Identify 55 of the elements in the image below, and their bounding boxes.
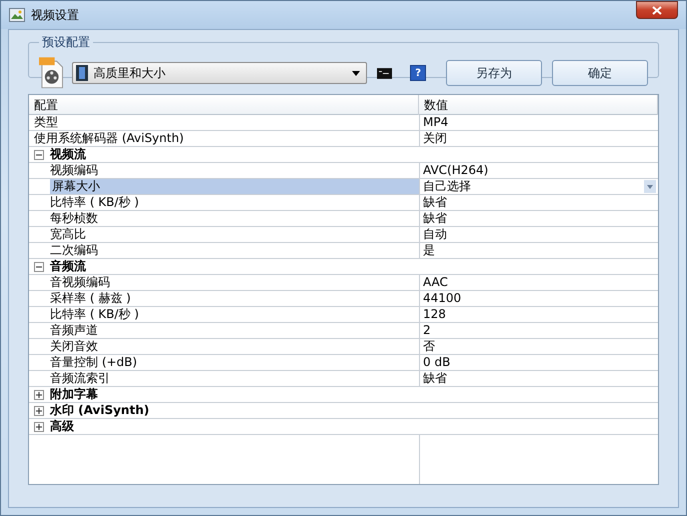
plus-icon[interactable] — [34, 390, 44, 400]
property-name[interactable]: 音量控制 (+dB) — [50, 355, 138, 370]
minus-icon[interactable] — [34, 150, 44, 160]
property-name[interactable]: 音频声道 — [50, 323, 98, 338]
group-label: 预设配置 — [41, 34, 91, 51]
property-name[interactable]: 使用系统解码器 (AviSynth) — [34, 131, 184, 146]
property-value: 0 dB — [423, 355, 452, 370]
property-value: 是 — [423, 243, 436, 258]
caret-icon — [352, 70, 360, 76]
plus-icon[interactable] — [34, 422, 44, 432]
property-name[interactable]: 采样率 ( 赫兹 ) — [50, 291, 131, 306]
property-name[interactable]: 关闭音效 — [50, 339, 98, 354]
column-header[interactable]: 配置 — [29, 95, 419, 115]
property-value: 自己选择 — [423, 179, 472, 194]
plus-icon[interactable] — [34, 406, 44, 416]
column-header[interactable]: 数值 — [419, 95, 658, 115]
property-name[interactable]: 每秒桢数 — [50, 211, 98, 226]
property-name[interactable]: 比特率 ( KB/秒 ) — [50, 195, 139, 210]
property-name[interactable]: 类型 — [34, 115, 58, 130]
category-name: 音频流 — [50, 259, 86, 274]
property-value: 自动 — [423, 227, 448, 242]
property-name[interactable]: 屏幕大小 — [50, 179, 419, 194]
dialog-button[interactable]: 确定 — [552, 60, 648, 86]
property-value: AVC(H264) — [423, 163, 490, 178]
dialog-button[interactable]: 另存为 — [446, 60, 542, 86]
close-icon — [652, 6, 662, 14]
film-reel-icon — [39, 57, 64, 89]
app-icon — [9, 8, 25, 22]
property-name[interactable]: 二次编码 — [50, 243, 98, 258]
category-name: 视频流 — [50, 147, 86, 162]
preset-dropdown[interactable]: 高质里和大小 — [72, 62, 367, 84]
close-button[interactable] — [636, 1, 678, 19]
minus-icon[interactable] — [34, 262, 44, 272]
property-value: AAC — [423, 275, 449, 290]
property-value: 2 — [423, 323, 432, 338]
property-name[interactable]: 音视频编码 — [50, 275, 110, 290]
category-name: 水印 (AviSynth) — [50, 403, 150, 418]
property-value: 44100 — [423, 291, 462, 306]
property-value: 缺省 — [423, 211, 448, 226]
property-name[interactable]: 视频编码 — [50, 163, 98, 178]
property-value: MP4 — [423, 115, 450, 130]
window-title: 视频设置 — [31, 6, 80, 24]
category-name: 附加字幕 — [50, 387, 98, 402]
category-name: 高级 — [50, 419, 74, 434]
property-value: 关闭 — [423, 131, 448, 146]
film-icon — [76, 65, 88, 81]
property-name[interactable]: 音频流索引 — [50, 371, 110, 386]
property-value: 128 — [423, 307, 447, 322]
property-value: 缺省 — [423, 371, 448, 386]
help-button[interactable]: ? — [410, 65, 426, 81]
property-value: 缺省 — [423, 195, 448, 210]
console-icon[interactable] — [376, 68, 392, 78]
property-name[interactable]: 比特率 ( KB/秒 ) — [50, 307, 139, 322]
property-value: 否 — [423, 339, 436, 354]
property-name[interactable]: 宽高比 — [50, 227, 86, 242]
